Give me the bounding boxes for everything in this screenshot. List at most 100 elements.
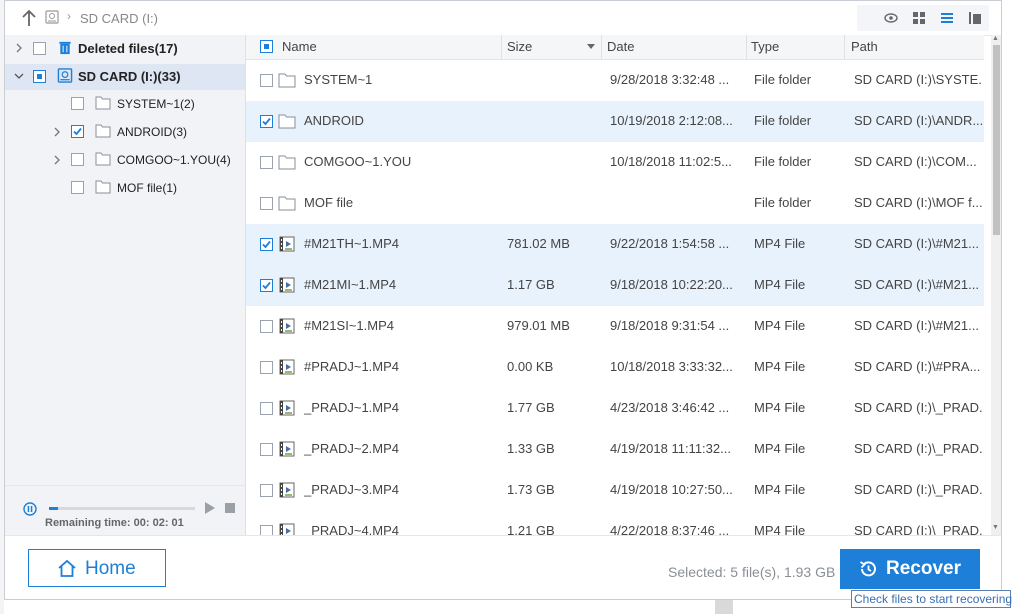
cell-name: #PRADJ~1.MP4 <box>304 359 400 374</box>
column-header-type[interactable]: Type <box>751 39 779 54</box>
detail-view-icon[interactable] <box>967 10 983 26</box>
tree-node-mof[interactable]: MOF file(1) <box>5 174 245 200</box>
tree-node-label: SYSTEM~1(2) <box>117 97 195 111</box>
sort-desc-icon[interactable] <box>587 44 595 50</box>
column-header-size[interactable]: Size <box>507 39 532 54</box>
vertical-scrollbar[interactable]: ▲ ▼ <box>991 35 1001 535</box>
column-divider[interactable] <box>501 35 502 59</box>
home-button[interactable]: Home <box>28 549 166 587</box>
column-divider[interactable] <box>746 35 747 59</box>
cell-type: File folder <box>754 72 812 87</box>
scrollbar-thumb[interactable] <box>993 45 1000 235</box>
tree-node-label: SD CARD (I:)(33) <box>78 69 181 84</box>
table-row[interactable]: #M21SI~1.MP4 979.01 MB 9/18/2018 9:31:54 .… <box>246 306 984 347</box>
stop-icon[interactable] <box>225 503 235 513</box>
tree-checkbox[interactable] <box>33 42 46 55</box>
folder-icon <box>278 196 296 211</box>
folder-icon <box>278 114 296 129</box>
cell-path: SD CARD (I:)\_PRAD... <box>854 441 982 456</box>
tree-checkbox[interactable] <box>71 153 84 166</box>
cell-date: 4/19/2018 10:27:50... <box>610 482 733 497</box>
chevron-right-icon[interactable] <box>13 42 25 54</box>
tree-checkbox[interactable] <box>33 70 46 83</box>
row-checkbox[interactable] <box>260 361 273 374</box>
cell-type: MP4 File <box>754 400 806 415</box>
cell-name: #M21MI~1.MP4 <box>304 277 397 292</box>
file-list: Name Size Date Type Path SYSTEM~1 9/28/20… <box>246 35 984 535</box>
row-checkbox[interactable] <box>260 115 273 128</box>
recovery-window: › SD CARD (I:) Deleted files(17) SD CARD… <box>4 0 1002 600</box>
cell-path: SD CARD (I:)\#M21... <box>854 318 979 333</box>
table-row[interactable]: #M21TH~1.MP4 781.02 MB 9/22/2018 1:54:58 .… <box>246 224 984 265</box>
row-checkbox[interactable] <box>260 402 273 415</box>
row-checkbox[interactable] <box>260 320 273 333</box>
table-row[interactable]: ANDROID 10/19/2018 2:12:08... File folder S… <box>246 101 984 142</box>
view-toolbar <box>857 5 989 31</box>
cell-path: SD CARD (I:)\COM... <box>854 154 977 169</box>
preview-eye-icon[interactable] <box>883 10 899 26</box>
home-button-label: Home <box>85 558 136 579</box>
cell-type: MP4 File <box>754 318 806 333</box>
row-checkbox[interactable] <box>260 443 273 456</box>
column-header-date[interactable]: Date <box>607 39 634 54</box>
recover-tooltip: Check files to start recovering <box>851 590 1012 608</box>
tree-node-sd-card[interactable]: SD CARD (I:)(33) <box>5 64 245 90</box>
column-divider[interactable] <box>601 35 602 59</box>
tree-checkbox[interactable] <box>71 97 84 110</box>
tree-checkbox[interactable] <box>71 181 84 194</box>
chevron-down-icon[interactable] <box>13 70 25 82</box>
table-row[interactable]: COMGOO~1.YOU 10/18/2018 11:02:5... File fo… <box>246 142 984 183</box>
recover-button-label: Recover <box>886 558 961 579</box>
video-file-icon <box>279 359 295 375</box>
scroll-down-icon[interactable]: ▼ <box>992 524 999 531</box>
table-row[interactable]: MOF file File folder SD CARD (I:)\MOF f... <box>246 183 984 224</box>
cell-type: MP4 File <box>754 236 806 251</box>
row-checkbox[interactable] <box>260 197 273 210</box>
row-checkbox[interactable] <box>260 156 273 169</box>
row-checkbox[interactable] <box>260 525 273 535</box>
list-view-icon[interactable] <box>939 10 955 26</box>
cell-date: 9/28/2018 3:32:48 ... <box>610 72 730 87</box>
file-list-header: Name Size Date Type Path <box>246 35 984 60</box>
drive-icon <box>45 10 59 24</box>
video-file-icon <box>279 277 295 293</box>
tree-node-android[interactable]: ANDROID(3) <box>5 118 245 144</box>
chevron-right-icon[interactable] <box>51 126 63 138</box>
cell-size: 781.02 MB <box>507 236 570 251</box>
column-divider[interactable] <box>844 35 845 59</box>
chevron-right-icon[interactable] <box>51 154 63 166</box>
table-row[interactable]: #M21MI~1.MP4 1.17 GB 9/18/2018 10:22:20...… <box>246 265 984 306</box>
table-row[interactable]: #PRADJ~1.MP4 0.00 KB 10/18/2018 3:33:32...… <box>246 347 984 388</box>
up-arrow-icon[interactable] <box>21 9 37 27</box>
column-header-name[interactable]: Name <box>282 39 317 54</box>
tree-node-system[interactable]: SYSTEM~1(2) <box>5 90 245 116</box>
play-icon[interactable] <box>204 501 216 515</box>
table-row[interactable]: _PRADJ~1.MP4 1.77 GB 4/23/2018 3:46:42 ...… <box>246 388 984 429</box>
cell-type: MP4 File <box>754 441 806 456</box>
grid-view-icon[interactable] <box>911 10 927 26</box>
table-row[interactable]: SYSTEM~1 9/28/2018 3:32:48 ... File folder… <box>246 60 984 101</box>
column-header-path[interactable]: Path <box>851 39 878 54</box>
row-checkbox[interactable] <box>260 279 273 292</box>
folder-tree: Deleted files(17) SD CARD (I:)(33) SYSTE… <box>5 35 246 485</box>
row-checkbox[interactable] <box>260 74 273 87</box>
cell-size: 1.73 GB <box>507 482 555 497</box>
table-row[interactable]: _PRADJ~3.MP4 1.73 GB 4/19/2018 10:27:50...… <box>246 470 984 511</box>
breadcrumb-drive[interactable]: SD CARD (I:) <box>80 11 158 26</box>
tree-node-comgoo[interactable]: COMGOO~1.YOU(4) <box>5 146 245 172</box>
recover-button[interactable]: Recover <box>840 549 980 589</box>
tree-node-deleted-files[interactable]: Deleted files(17) <box>5 36 245 62</box>
cell-type: File folder <box>754 154 812 169</box>
tree-checkbox[interactable] <box>71 125 84 138</box>
cell-path: SD CARD (I:)\#M21... <box>854 236 979 251</box>
scroll-up-icon[interactable]: ▲ <box>992 35 999 42</box>
pause-icon[interactable] <box>23 502 37 516</box>
restore-clock-icon <box>860 561 876 577</box>
row-checkbox[interactable] <box>260 238 273 251</box>
cell-date: 10/18/2018 3:33:32... <box>610 359 733 374</box>
row-checkbox[interactable] <box>260 484 273 497</box>
home-icon <box>58 559 76 577</box>
table-row[interactable]: _PRADJ~4.MP4 1.21 GB 4/22/2018 8:37:46 ...… <box>246 511 984 535</box>
select-all-checkbox[interactable] <box>260 40 273 53</box>
table-row[interactable]: _PRADJ~2.MP4 1.33 GB 4/19/2018 11:11:32...… <box>246 429 984 470</box>
